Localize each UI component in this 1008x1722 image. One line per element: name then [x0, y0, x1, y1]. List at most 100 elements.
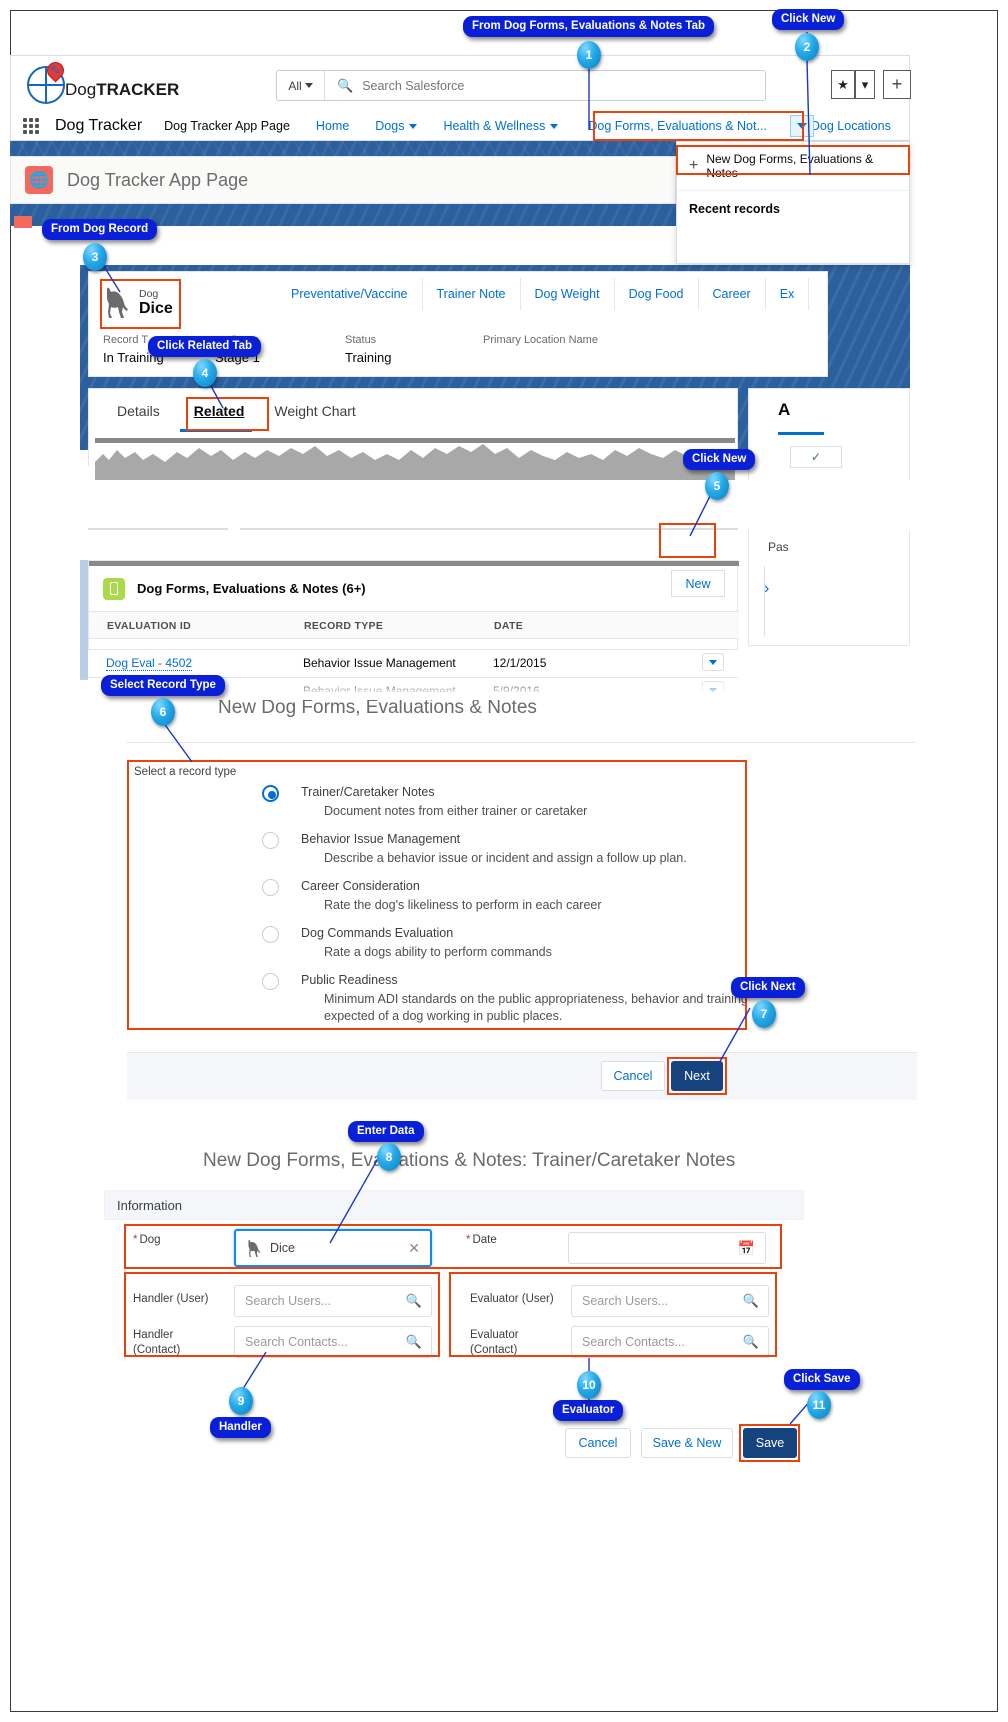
global-search[interactable]: All 🔍 [276, 70, 766, 101]
subtab-dog-food[interactable]: Dog Food [615, 278, 699, 310]
nav-tab-home[interactable]: Home [312, 114, 353, 138]
handler-user-input[interactable]: Search Users... 🔍 [234, 1285, 432, 1317]
evaluator-contact-input[interactable]: Search Contacts... 🔍 [571, 1326, 769, 1358]
search-icon: 🔍 [742, 1293, 759, 1308]
add-button[interactable]: + [883, 70, 911, 99]
date-field-label: * Date [466, 1234, 497, 1246]
calendar-icon[interactable]: 📅 [738, 1240, 755, 1257]
nav-tab-dog-locations[interactable]: Dog Locations [807, 114, 895, 138]
chevron-down-icon [797, 123, 807, 129]
menu-item-label: New Dog Forms, Evaluations & Notes [706, 152, 874, 180]
search-scope-selector[interactable]: All [277, 71, 325, 100]
subtab-career[interactable]: Career [699, 278, 766, 310]
radio-icon[interactable] [262, 879, 279, 896]
save-and-new-button[interactable]: Save & New [641, 1428, 733, 1458]
radio-icon[interactable] [262, 973, 279, 990]
option-description: Rate a dogs ability to perform commands [324, 945, 552, 959]
subtab-trainer-note[interactable]: Trainer Note [423, 278, 521, 310]
logo-text-light: Dog [65, 80, 97, 99]
option-description: Minimum ADI standards on the public appr… [324, 992, 748, 1023]
dog-identity: Dog Dice [101, 282, 187, 324]
column-header-date: DATE [494, 620, 524, 632]
row-actions-button[interactable] [702, 653, 724, 671]
right-panel-divider [764, 566, 765, 636]
form-cancel-button[interactable]: Cancel [565, 1428, 631, 1458]
favorites-star-button[interactable]: ★ [831, 70, 855, 99]
callout-11-number: 11 [807, 1391, 831, 1419]
dog-name: Dice [139, 300, 173, 317]
required-marker: * [466, 1234, 471, 1246]
page-title: Dog Tracker App Page [67, 169, 249, 190]
radio-icon[interactable] [262, 832, 279, 849]
radio-icon[interactable] [262, 926, 279, 943]
date-input[interactable]: 📅 [568, 1232, 766, 1264]
option-name: Public Readiness [301, 973, 398, 987]
related-list-new-button[interactable]: New [671, 570, 725, 597]
star-icon: ★ [837, 76, 849, 92]
callout-4-number: 4 [193, 359, 217, 387]
app-launcher-icon[interactable] [23, 116, 43, 136]
search-icon: 🔍 [405, 1334, 422, 1349]
handler-contact-input[interactable]: Search Contacts... 🔍 [234, 1326, 432, 1358]
nav-tab-label: Dog Tracker App Page [164, 118, 290, 133]
chevron-down-icon [304, 83, 313, 88]
right-panel-check: ✓ [790, 446, 842, 468]
nav-tab-health-wellness[interactable]: Health & Wellness [439, 114, 562, 138]
tab-active-underline [180, 429, 252, 432]
cell-evaluation-id[interactable]: Dog Eval - 4502 [106, 656, 193, 671]
tab-weight-chart[interactable]: Weight Chart [274, 403, 355, 422]
column-header-record-type: RECORD TYPE [304, 620, 384, 632]
dogtracker-logo: 🐾 DogTRACKER [25, 58, 190, 106]
radio-icon[interactable] [262, 785, 279, 802]
subtab-preventative-vaccine[interactable]: Preventative/Vaccine [277, 278, 423, 310]
callout-6-number: 6 [151, 698, 175, 726]
subtab-dog-weight[interactable]: Dog Weight [521, 278, 615, 310]
cancel-button[interactable]: Cancel [601, 1061, 665, 1091]
evaluator-user-label: Evaluator (User) [470, 1293, 554, 1305]
callout-3-number: 3 [83, 243, 107, 271]
record-type-modal-footer [127, 1052, 917, 1100]
column-header-evaluation-id: EVALUATION ID [107, 620, 192, 632]
placeholder-text: Search Users... [582, 1294, 669, 1308]
nav-tab-dog-tracker-app-page[interactable]: Dog Tracker App Page [154, 114, 300, 144]
next-button[interactable]: Next [671, 1061, 723, 1091]
table-row[interactable]: Dog Eval - 4502 Behavior Issue Managemen… [88, 650, 738, 678]
search-icon: 🔍 [405, 1293, 422, 1308]
redacted-content-region [95, 440, 735, 480]
save-button[interactable]: Save [743, 1428, 797, 1458]
record-type-modal-title: New Dog Forms, Evaluations & Notes [218, 697, 537, 718]
nav-tab-label: Dog Locations [810, 118, 891, 133]
evaluator-user-input[interactable]: Search Users... 🔍 [571, 1285, 769, 1317]
callout-4-label: Click Related Tab [148, 336, 262, 358]
placeholder-text: Search Contacts... [245, 1335, 348, 1349]
tab-related[interactable]: Related [194, 403, 245, 422]
dog-icon [248, 1239, 261, 1257]
search-scope-label: All [288, 78, 302, 93]
chevron-down-icon [409, 123, 418, 129]
field-label: Status [345, 334, 377, 346]
menu-section-recent-records: Recent records [677, 190, 909, 227]
menu-item-new-dog-forms[interactable]: + New Dog Forms, Evaluations & Notes [677, 142, 909, 190]
dog-forms-object-icon [103, 577, 125, 600]
app-name-label: Dog Tracker [55, 116, 143, 134]
tab-details[interactable]: Details [117, 403, 160, 422]
favorites-dropdown-button[interactable]: ▾ [855, 70, 875, 99]
callout-8-number: 8 [377, 1143, 401, 1171]
dog-lookup-input[interactable]: Dice ✕ [234, 1229, 432, 1267]
logo-text-bold: TRACKER [96, 80, 180, 99]
subtab-ex[interactable]: Ex [766, 278, 810, 310]
callout-6-label: Select Record Type [101, 675, 225, 697]
callout-5-number: 5 [705, 472, 729, 500]
clear-icon[interactable]: ✕ [408, 1240, 420, 1257]
content-gap [80, 480, 910, 530]
option-description: Rate the dog's likeliness to perform in … [324, 898, 602, 912]
chevron-down-icon: ▾ [861, 76, 869, 92]
callout-9-number: 9 [229, 1387, 253, 1415]
callout-8-label: Enter Data [348, 1121, 424, 1143]
search-input[interactable] [353, 77, 765, 94]
related-list-column-headers: EVALUATION ID RECORD TYPE DATE [89, 611, 739, 639]
nav-tab-dropdown-button[interactable] [790, 115, 814, 137]
search-icon: 🔍 [337, 77, 354, 93]
nav-tab-dog-forms-evaluations-notes[interactable]: Dog Forms, Evaluations & Not... [584, 114, 771, 138]
nav-tab-dogs[interactable]: Dogs [371, 114, 421, 138]
